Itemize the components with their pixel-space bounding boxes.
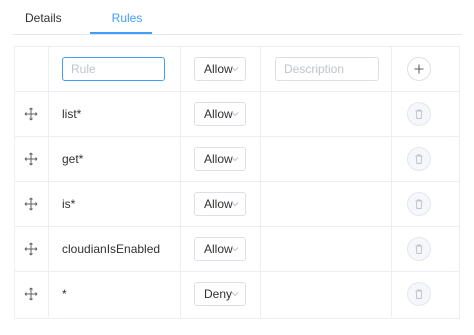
trash-icon [415,289,423,299]
effect-select[interactable]: Allow [194,57,246,81]
column-divider [260,47,261,91]
column-divider [180,137,181,181]
column-divider [260,272,261,317]
column-divider [48,137,49,181]
drag-move-icon[interactable] [23,286,39,302]
trash-icon [415,199,423,209]
rule-row: list* Allow [15,92,459,137]
column-divider [48,182,49,226]
effect-select-value: Allow [204,197,233,211]
trash-icon [415,244,423,254]
column-divider [260,182,261,226]
column-divider [391,182,392,226]
effect-select-value: Allow [204,152,233,166]
effect-select-value: Deny [204,287,233,301]
drag-move-icon[interactable] [23,196,39,212]
description-input[interactable] [275,57,379,81]
column-divider [391,137,392,181]
column-divider [391,227,392,271]
column-divider [391,272,392,317]
effect-select-value: Allow [204,242,233,256]
effect-select-value: Allow [204,107,233,121]
delete-rule-button[interactable] [407,282,431,306]
rule-name: is* [62,197,76,211]
chevron-down-icon [231,291,239,297]
trash-icon [415,109,423,119]
column-divider [180,227,181,271]
chevron-down-icon [231,201,239,207]
effect-select[interactable]: Allow [194,102,246,126]
column-divider [260,227,261,271]
add-rule-button[interactable] [407,57,431,81]
chevron-down-icon [231,156,239,162]
drag-move-icon[interactable] [23,241,39,257]
column-divider [48,47,49,91]
column-divider [48,227,49,271]
column-divider [180,92,181,136]
column-divider [391,92,392,136]
column-divider [48,272,49,317]
rule-name: cloudianIsEnabled [62,242,161,256]
effect-select-value: Allow [204,62,233,76]
column-divider [391,47,392,91]
delete-rule-button[interactable] [407,192,431,216]
trash-icon [415,154,423,164]
tab-details[interactable]: Details [25,0,62,34]
plus-icon [414,64,424,74]
chevron-down-icon [231,246,239,252]
rule-row: cloudianIsEnabled Allow [15,227,459,272]
rule-name: list* [62,107,82,121]
column-divider [180,47,181,91]
drag-move-icon[interactable] [23,106,39,122]
column-divider [180,182,181,226]
effect-select[interactable]: Allow [194,147,246,171]
tab-rules[interactable]: Rules [102,0,152,34]
rule-row: * Deny [15,272,459,317]
chevron-down-icon [231,66,239,72]
rules-table: Allow list* Allow get* Allow [14,46,460,319]
rule-row: is* Allow [15,182,459,227]
rule-name: get* [62,152,84,166]
column-divider [48,92,49,136]
column-divider [260,137,261,181]
drag-move-icon[interactable] [23,151,39,167]
tab-bar: Details Rules [12,0,462,35]
effect-select[interactable]: Allow [194,237,246,261]
new-rule-row: Allow [15,47,459,92]
effect-select[interactable]: Deny [194,282,246,306]
rule-input[interactable] [62,57,165,81]
column-divider [180,272,181,317]
delete-rule-button[interactable] [407,102,431,126]
active-tab-indicator [90,32,152,34]
effect-select[interactable]: Allow [194,192,246,216]
delete-rule-button[interactable] [407,147,431,171]
delete-rule-button[interactable] [407,237,431,261]
column-divider [260,92,261,136]
chevron-down-icon [231,111,239,117]
rule-row: get* Allow [15,137,459,182]
rule-name: * [62,287,67,301]
